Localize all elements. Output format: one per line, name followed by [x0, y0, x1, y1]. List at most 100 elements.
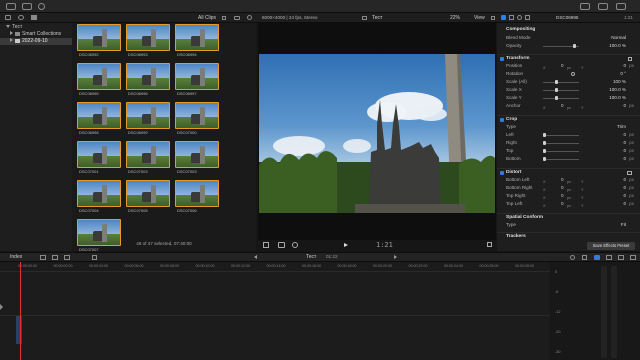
snapping-icon[interactable] [594, 255, 600, 260]
select-tool-icon[interactable] [92, 255, 97, 260]
view-menu[interactable]: View [474, 15, 485, 21]
filmstrip-icon[interactable] [222, 16, 226, 20]
transform-icon[interactable] [263, 242, 269, 248]
scale-x-slider[interactable] [543, 88, 579, 92]
color-inspector-icon[interactable] [517, 15, 522, 20]
crop-bottom-value[interactable]: 0 [623, 155, 626, 163]
clip-thumbnail[interactable]: DSC07000 [175, 102, 219, 135]
viewer-options-icon[interactable] [491, 16, 495, 20]
slider-knob[interactable] [543, 141, 546, 145]
share-icon[interactable] [580, 3, 590, 10]
slider-knob[interactable] [555, 88, 558, 92]
enhance-icon[interactable] [278, 242, 285, 248]
section-spatial-conform[interactable]: Spatial Conform [497, 213, 640, 221]
bl-y-value[interactable]: 0 [623, 176, 626, 184]
fullscreen-icon[interactable] [487, 242, 492, 247]
tl-y-value[interactable]: 0 [623, 200, 626, 208]
checkbox-icon[interactable] [500, 118, 504, 122]
zoom-menu[interactable]: 22% [450, 15, 460, 21]
clip-image[interactable] [126, 180, 170, 207]
scale-slider[interactable] [543, 80, 579, 84]
opacity-value[interactable]: 100.0 % [609, 42, 626, 50]
checkbox-icon[interactable] [500, 171, 504, 175]
slider-knob[interactable] [555, 96, 558, 100]
clip-image[interactable] [126, 102, 170, 129]
insert-clip-icon[interactable] [52, 255, 58, 260]
br-y-value[interactable]: 0 [623, 184, 626, 192]
clip-image[interactable] [77, 180, 121, 207]
clip-thumbnail[interactable]: DSC06999 [126, 102, 170, 135]
connect-clip-icon[interactable] [40, 255, 46, 260]
tr-x-value[interactable]: 0 [561, 192, 564, 200]
clip-thumbnail[interactable]: DSC07004 [77, 180, 121, 213]
scale-all-value[interactable]: 100 % [613, 78, 626, 86]
disclosure-icon[interactable] [10, 38, 13, 42]
slider-knob[interactable] [555, 80, 558, 84]
anchor-y-value[interactable]: 0 [623, 102, 626, 110]
clip-image[interactable] [77, 141, 121, 168]
timeline-area[interactable] [0, 272, 550, 360]
timeline-clip[interactable] [16, 316, 22, 344]
clip-thumbnail[interactable]: DSC06998 [77, 102, 121, 135]
layout-icon[interactable] [598, 3, 608, 10]
onscreen-control-icon[interactable] [628, 57, 632, 61]
clip-image[interactable] [126, 63, 170, 90]
info-icon[interactable] [525, 15, 530, 20]
play-icon[interactable] [344, 243, 348, 247]
timeline-ruler[interactable]: 00:00:00:00 00:00:02:00 00:00:04:00 00:00:0… [0, 262, 550, 272]
video-inspector-icon[interactable] [501, 15, 506, 20]
transitions-browser-icon[interactable] [630, 255, 636, 260]
clip-thumbnail[interactable]: DSC06997 [175, 63, 219, 96]
clip-thumbnail[interactable]: DSC06993 [126, 24, 170, 57]
position-y-value[interactable]: 0 [623, 62, 626, 70]
clip-image[interactable] [175, 102, 219, 129]
clip-thumbnail[interactable]: DSC06992 [77, 24, 121, 57]
effects-browser-icon[interactable] [618, 255, 624, 260]
checkbox-icon[interactable] [500, 57, 504, 61]
br-x-value[interactable]: 0 [561, 184, 564, 192]
bl-x-value[interactable]: 0 [561, 176, 564, 184]
crop-top-value[interactable]: 0 [623, 147, 626, 155]
slider-knob[interactable] [543, 157, 546, 161]
section-trackers[interactable]: Trackers [497, 232, 640, 240]
search-icon[interactable] [247, 15, 252, 20]
clip-image[interactable] [126, 141, 170, 168]
keyword-icon[interactable] [22, 3, 32, 10]
index-button[interactable]: Index [10, 254, 22, 260]
slider-knob[interactable] [543, 133, 546, 137]
anchor-x-value[interactable]: 0 [561, 102, 564, 110]
library-sidebar-icon[interactable] [6, 3, 16, 10]
filter-icon[interactable] [509, 15, 514, 20]
clip-image[interactable] [77, 63, 121, 90]
opacity-slider[interactable] [543, 44, 579, 48]
disclosure-icon[interactable] [6, 25, 10, 28]
clip-image[interactable] [126, 24, 170, 51]
crop-left-value[interactable]: 0 [623, 131, 626, 139]
crop-type-popup[interactable]: Trim [617, 123, 626, 131]
library-icon[interactable] [5, 15, 11, 20]
clip-appearance-icon[interactable] [234, 16, 240, 20]
library-item-test[interactable]: Тест [0, 24, 72, 31]
clip-image[interactable] [175, 24, 219, 51]
clip-thumbnail[interactable]: DSC06994 [175, 24, 219, 57]
distort-control-icon[interactable] [627, 171, 632, 175]
background-tasks-icon[interactable] [38, 3, 45, 10]
slider-knob[interactable] [543, 149, 546, 153]
crop-right-slider[interactable] [543, 141, 579, 145]
skimming-icon[interactable] [582, 255, 587, 260]
rotation-value[interactable]: 0 ° [620, 70, 626, 78]
crop-top-slider[interactable] [543, 149, 579, 153]
crop-bottom-slider[interactable] [543, 157, 579, 161]
clips-filter[interactable]: All Clips [198, 15, 216, 21]
append-clip-icon[interactable] [64, 255, 70, 260]
clip-thumbnail[interactable]: DSC07003 [175, 141, 219, 174]
scale-y-value[interactable]: 100.0 % [609, 94, 626, 102]
speed-icon[interactable] [292, 242, 298, 248]
clip-image[interactable] [175, 63, 219, 90]
back-arrow-icon[interactable] [254, 255, 257, 259]
crop-right-value[interactable]: 0 [623, 139, 626, 147]
clip-thumbnail[interactable]: DSC06995 [77, 63, 121, 96]
slider-knob[interactable] [573, 44, 576, 48]
scale-x-value[interactable]: 100.0 % [609, 86, 626, 94]
forward-arrow-icon[interactable] [394, 255, 397, 259]
